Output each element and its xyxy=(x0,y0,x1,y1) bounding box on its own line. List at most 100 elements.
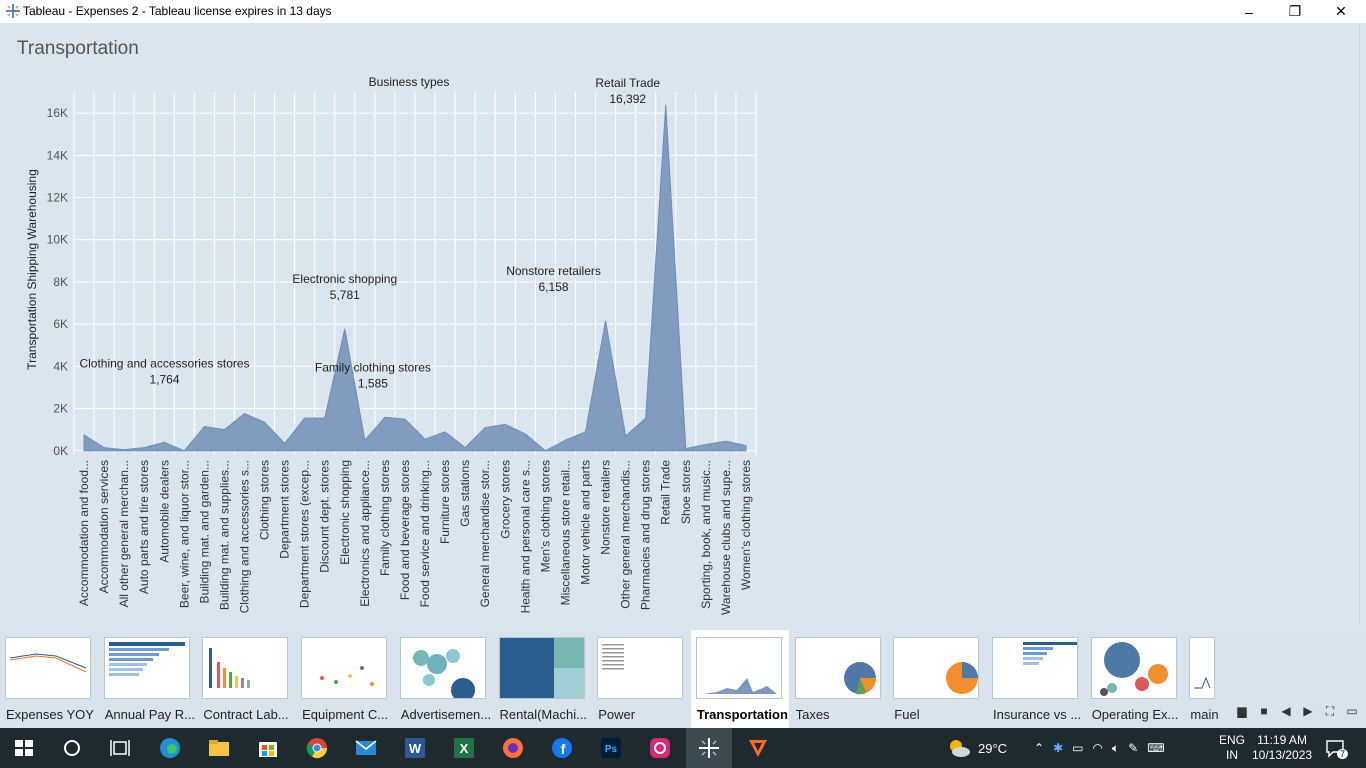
clock[interactable]: 11:19 AM 10/13/2023 xyxy=(1252,728,1312,768)
weather-widget[interactable]: 29°C xyxy=(946,728,1007,768)
presentation-mode-icon[interactable]: ▭ xyxy=(1344,704,1360,719)
x-tick-label: Warehouse clubs and supe... xyxy=(719,460,733,615)
annotation-value: 16,392 xyxy=(609,92,646,106)
task-view-icon[interactable] xyxy=(108,736,132,760)
mail-icon[interactable] xyxy=(354,736,378,760)
x-tick-label: All other general merchan... xyxy=(117,460,131,607)
system-tray: ⌃ ✱ ▭ ◠ 🔈︎ ✎ ⌨ xyxy=(1034,728,1165,768)
previous-sheet-icon[interactable]: ◀ xyxy=(1278,704,1294,719)
sheet-tab-label: Operating Ex... xyxy=(1091,707,1179,722)
x-tick-label: Health and personal care s... xyxy=(518,460,532,613)
sheet-tab[interactable]: Equipment C... xyxy=(296,630,394,728)
sheet-tab-label: Expenses YOY xyxy=(6,707,94,722)
vectornator-icon[interactable] xyxy=(746,736,770,760)
y-tick-label: 12K xyxy=(47,191,68,205)
sheet-tab[interactable]: Fuel xyxy=(888,630,986,728)
x-tick-label: Food service and drinking... xyxy=(418,460,432,607)
sheet-thumbnail xyxy=(992,637,1078,699)
keyboard-icon[interactable]: ⌨ xyxy=(1147,741,1164,755)
annotation-label: Family clothing stores xyxy=(315,360,431,374)
data-annotation: Nonstore retailers 6,158 xyxy=(506,264,601,294)
search-icon[interactable] xyxy=(60,736,84,760)
show-hidden-icons-icon[interactable]: ⌃ xyxy=(1034,741,1044,755)
x-tick-label: Motor vehicle and parts xyxy=(579,460,593,585)
next-sheet-icon[interactable]: ▶ xyxy=(1300,704,1316,719)
tableau-taskbar-icon[interactable] xyxy=(697,736,721,760)
y-tick-label: 4K xyxy=(53,359,68,373)
x-tick-label: Building mat. and supplies... xyxy=(217,460,231,610)
sheet-tab-label: Power xyxy=(598,707,636,722)
instagram-icon[interactable] xyxy=(648,736,672,760)
y-axis-title: Transportation Shipping Warehousing xyxy=(25,169,39,370)
area-chart: 0K 2K 4K 6K 8K 10K 12K 14K 16K Business types Tran… xyxy=(25,75,757,615)
sheet-tab-label: Rental(Machi... xyxy=(499,707,587,722)
tab-navigation: ▆ ■ ◀ ▶ ⛶ ▭ xyxy=(1234,704,1360,719)
y-tick-label: 10K xyxy=(47,233,68,247)
x-tick-label: Department stores xyxy=(278,460,292,559)
y-tick-label: 6K xyxy=(53,317,68,331)
svg-text:f: f xyxy=(561,741,566,757)
x-axis-title: Business types xyxy=(369,75,450,89)
annotation-label: Electronic shopping xyxy=(292,272,397,286)
sheet-tab[interactable]: Insurance vs ... xyxy=(987,630,1085,728)
notification-center[interactable]: 7 xyxy=(1324,728,1357,768)
excel-icon[interactable]: X xyxy=(452,736,476,760)
wifi-icon[interactable]: ◠ xyxy=(1092,741,1102,755)
file-explorer-icon[interactable] xyxy=(207,736,231,760)
photoshop-icon[interactable]: Ps xyxy=(599,736,623,760)
y-tick-label: 8K xyxy=(53,275,68,289)
sheet-tab[interactable]: Expenses YOY xyxy=(0,630,98,728)
notification-count: 7 xyxy=(1337,749,1349,759)
chrome-icon[interactable] xyxy=(305,736,329,760)
x-tick-label: General merchandise stor... xyxy=(478,460,492,607)
sheet-tab[interactable]: Taxes xyxy=(790,630,888,728)
sheet-tab[interactable]: Rental(Machi... xyxy=(494,630,592,728)
fit-icon[interactable]: ⛶ xyxy=(1322,704,1338,719)
x-tick-label: Miscellaneous store retail... xyxy=(558,460,572,605)
sheet-tab-label: Equipment C... xyxy=(302,707,389,722)
x-tick-label: Clothing stores xyxy=(258,460,272,540)
bluetooth-icon[interactable]: ✱ xyxy=(1053,741,1063,755)
filmstrip-icon[interactable]: ▆ xyxy=(1234,704,1250,719)
show-sheets-icon[interactable]: ■ xyxy=(1256,704,1272,719)
sheet-tab-label: Insurance vs ... xyxy=(993,707,1082,722)
volume-icon[interactable]: 🔈︎ xyxy=(1112,741,1119,756)
language-code: ENG xyxy=(1219,733,1246,747)
x-tick-label: Electronics and appliance... xyxy=(358,460,372,607)
clock-date: 10/13/2023 xyxy=(1252,748,1313,762)
language-indicator[interactable]: ENG IN xyxy=(1219,728,1245,768)
sheet-tab[interactable]: Power xyxy=(592,630,690,728)
sheet-tab[interactable]: Transportation xyxy=(690,630,789,728)
x-tick-label: Building mat. and garden... xyxy=(197,460,211,603)
x-tick-label: Automobile dealers xyxy=(157,460,171,563)
x-tick-label: Shoe stores xyxy=(679,460,693,524)
edge-icon[interactable] xyxy=(158,736,182,760)
x-tick-label: Beer, wine, and liquor stor... xyxy=(177,460,191,608)
sheet-tab[interactable]: Operating Ex... xyxy=(1086,630,1184,728)
annotation-value: 6,158 xyxy=(539,280,569,294)
sheet-tab[interactable]: Annual Pay R... xyxy=(99,630,197,728)
x-tick-label: Men's clothing stores xyxy=(538,460,552,572)
svg-text:W: W xyxy=(409,741,422,756)
annotation-label: Clothing and accessories stores xyxy=(79,357,249,371)
sheet-tab-label: Transportation xyxy=(696,707,788,722)
facebook-icon[interactable]: f xyxy=(550,736,574,760)
region-code: IN xyxy=(1226,748,1238,762)
word-icon[interactable]: W xyxy=(403,736,427,760)
microsoft-store-icon[interactable] xyxy=(256,736,280,760)
sheet-thumbnail xyxy=(498,637,585,699)
x-tick-label: Retail Trade xyxy=(659,460,673,525)
sheet-thumbnail xyxy=(399,637,486,699)
sheet-tab[interactable]: Contract Lab... xyxy=(197,630,295,728)
battery-icon[interactable]: ▭ xyxy=(1072,741,1083,755)
sheet-tab[interactable]: Advertisemen... xyxy=(395,630,493,728)
x-tick-label: Family clothing stores xyxy=(378,460,392,576)
y-tick-label: 16K xyxy=(47,106,68,120)
firefox-icon[interactable] xyxy=(501,736,525,760)
windows-start-icon[interactable] xyxy=(12,736,36,760)
data-annotation: Clothing and accessories stores 1,764 xyxy=(79,357,249,387)
x-tick-label: Sporting, book, and music... xyxy=(699,460,713,609)
partly-cloudy-icon xyxy=(950,740,970,757)
sheet-thumbnail xyxy=(301,637,388,699)
pen-icon[interactable]: ✎ xyxy=(1128,741,1138,755)
